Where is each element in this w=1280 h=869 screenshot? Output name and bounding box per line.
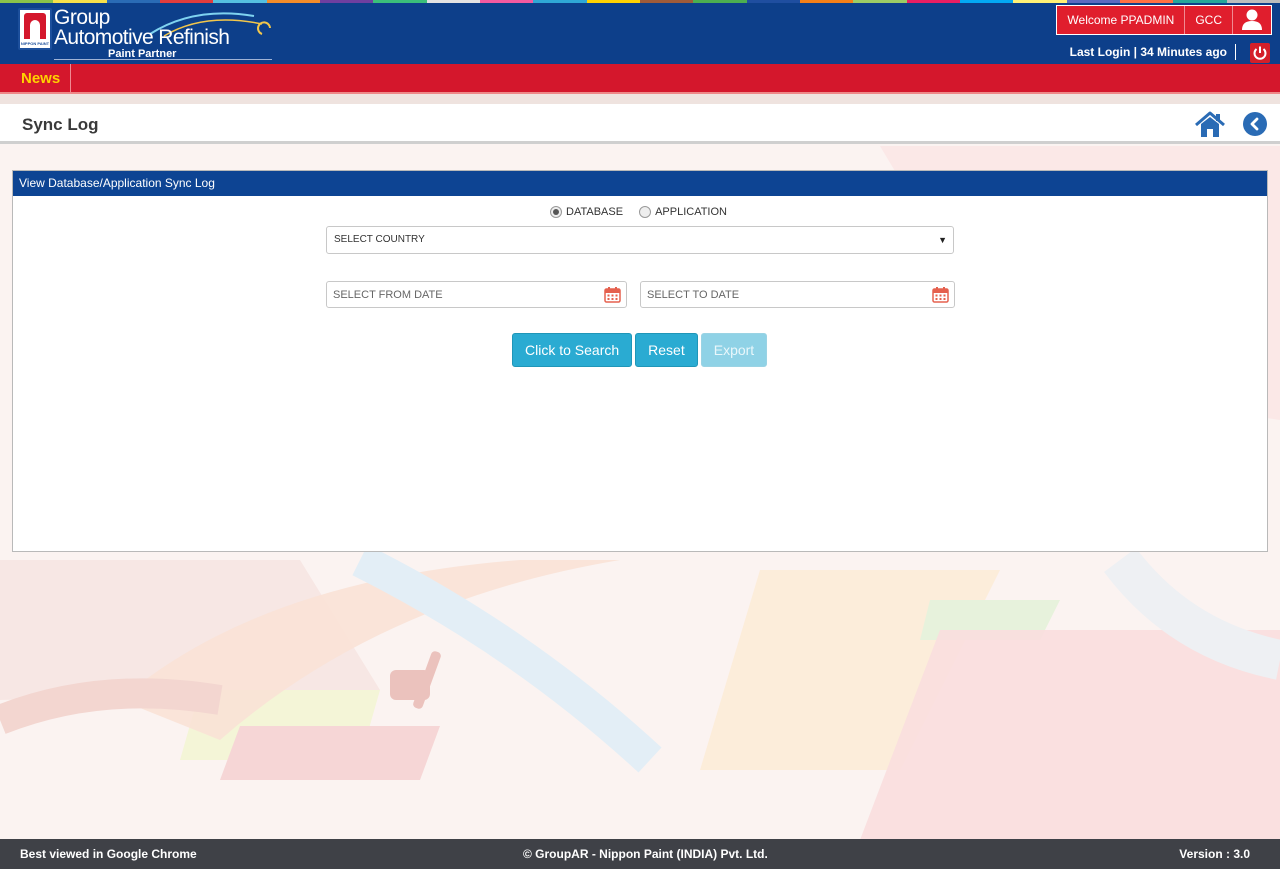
country-select-value: SELECT COUNTRY — [334, 234, 425, 245]
radio-database-control[interactable] — [550, 206, 562, 218]
region-selector[interactable]: GCC — [1185, 6, 1233, 34]
action-buttons: Click to Search Reset Export — [512, 333, 770, 367]
radio-database-label: DATABASE — [566, 206, 624, 218]
last-login-text: Last Login | 34 Minutes ago — [1070, 44, 1236, 60]
footer-browser-note: Best viewed in Google Chrome — [20, 847, 197, 861]
sync-log-panel: View Database/Application Sync Log DATAB… — [12, 170, 1268, 552]
footer-copyright: © GroupAR - Nippon Paint (INDIA) Pvt. Lt… — [523, 847, 768, 861]
color-strip — [0, 0, 1280, 3]
back-icon[interactable] — [1243, 112, 1267, 136]
radio-database[interactable]: DATABASE — [550, 206, 623, 218]
from-date-field[interactable] — [326, 281, 627, 308]
news-bar: News — [0, 64, 1280, 94]
radio-application[interactable]: APPLICATION — [639, 206, 727, 218]
welcome-text[interactable]: Welcome PPADMIN — [1057, 6, 1186, 34]
calendar-icon[interactable] — [932, 286, 949, 303]
footer-version: Version : 3.0 — [1179, 847, 1250, 861]
user-icon[interactable] — [1233, 6, 1271, 34]
from-date-input[interactable] — [327, 282, 587, 307]
country-select[interactable]: SELECT COUNTRY ▼ — [326, 226, 954, 254]
dropdown-caret-icon: ▼ — [938, 235, 947, 245]
power-icon[interactable] — [1250, 43, 1270, 63]
search-button[interactable]: Click to Search — [512, 333, 633, 367]
panel-heading: View Database/Application Sync Log — [13, 171, 1267, 196]
page-title-bar: Sync Log — [0, 104, 1280, 144]
brand-line-2: Automotive Refinish — [54, 26, 230, 49]
app-footer: Best viewed in Google Chrome © GroupAR -… — [0, 839, 1280, 869]
sync-type-radio-group: DATABASE APPLICATION — [550, 206, 743, 218]
radio-application-control[interactable] — [639, 206, 652, 218]
nippon-paint-logo-mark: NIPPON PAINT — [18, 8, 52, 50]
page-title: Sync Log — [22, 115, 99, 134]
reset-button[interactable]: Reset — [635, 333, 698, 367]
radio-application-label: APPLICATION — [655, 206, 727, 218]
brand-line-3: Paint Partner — [108, 48, 177, 60]
export-button[interactable]: Export — [700, 333, 768, 367]
calendar-icon[interactable] — [604, 286, 621, 303]
brand-logo[interactable]: NIPPON PAINT Group Automotive Refinish P… — [4, 4, 276, 60]
app-header: NIPPON PAINT Group Automotive Refinish P… — [0, 0, 1280, 64]
to-date-field[interactable] — [640, 281, 955, 308]
user-menu: Welcome PPADMIN GCC — [1056, 5, 1272, 35]
news-tab[interactable]: News — [0, 64, 72, 94]
home-icon[interactable] — [1194, 110, 1226, 138]
to-date-input[interactable] — [641, 282, 901, 307]
